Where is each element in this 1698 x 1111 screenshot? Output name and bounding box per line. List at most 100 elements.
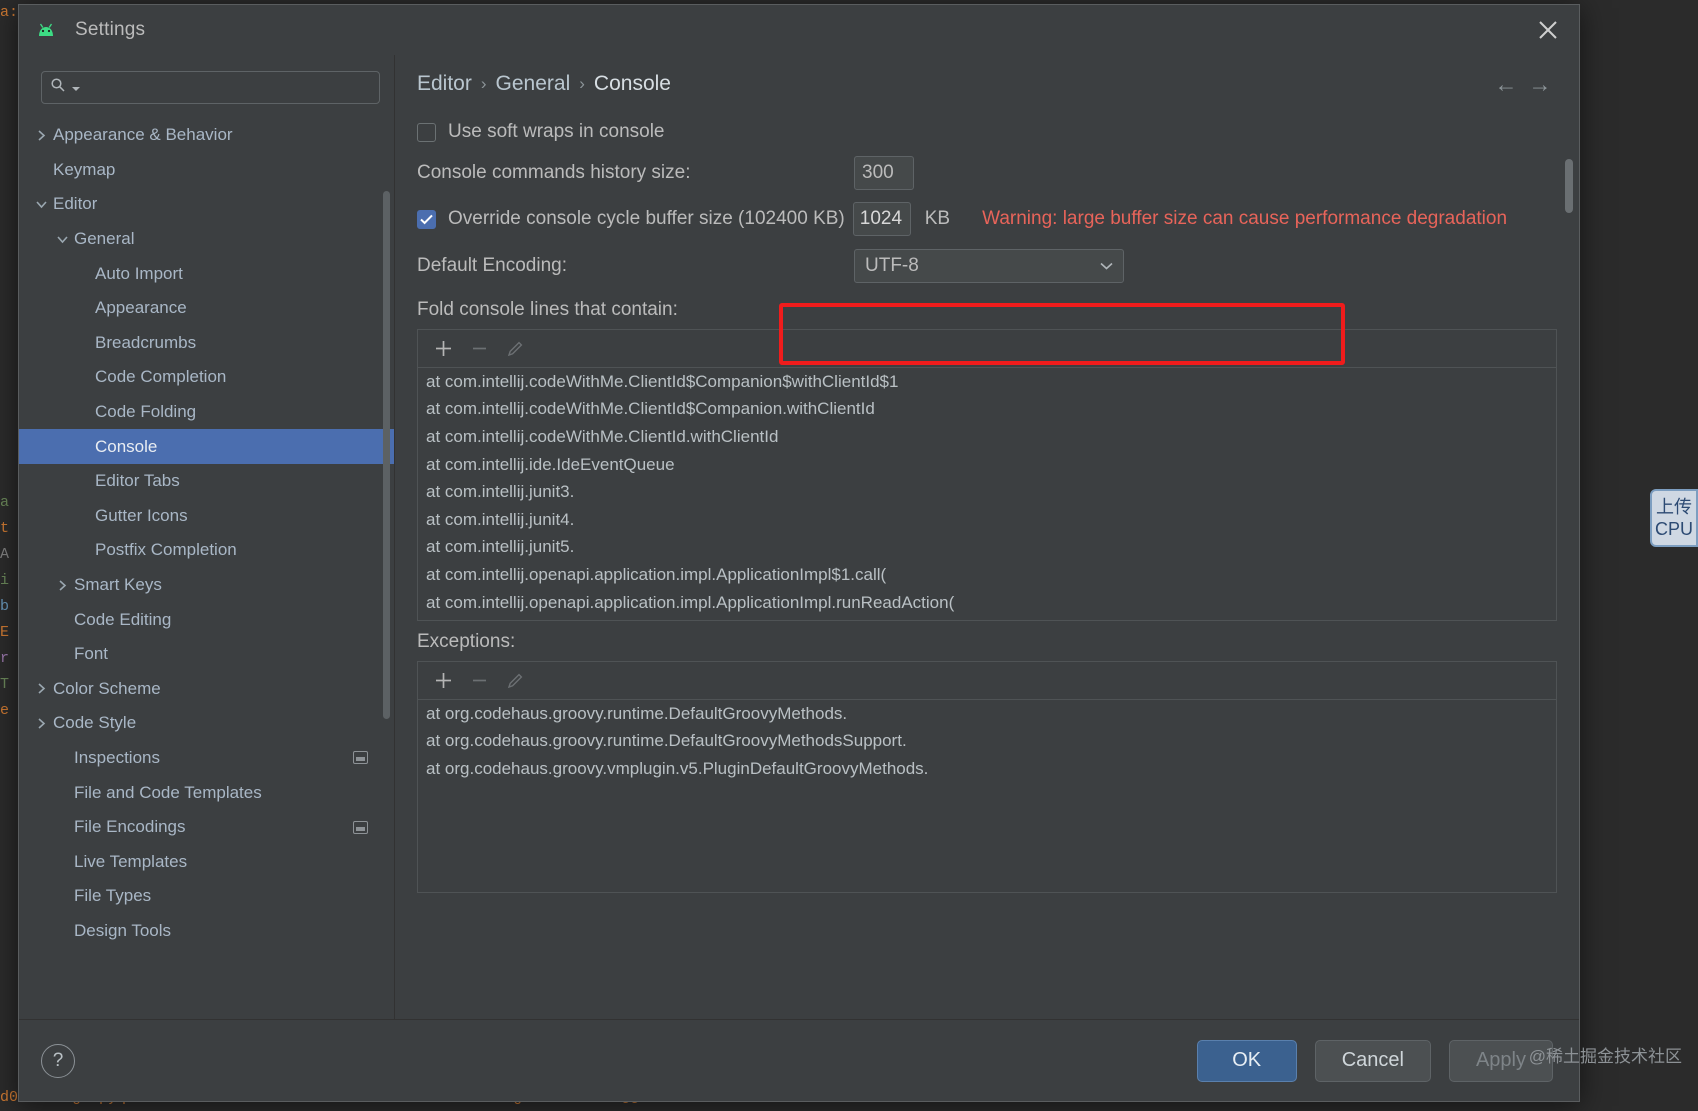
soft-wraps-row[interactable]: Use soft wraps in console bbox=[417, 113, 1557, 151]
plus-icon[interactable] bbox=[428, 335, 458, 363]
breadcrumb-item: Console bbox=[593, 72, 671, 95]
sidebar-item-live-templates[interactable]: Live Templates bbox=[19, 844, 394, 879]
settings-tree[interactable]: Appearance & Behavior Keymap Editor General… bbox=[19, 116, 394, 1019]
sidebar-item-auto-import[interactable]: Auto Import bbox=[19, 256, 394, 291]
sidebar-item-editor-tabs[interactable]: Editor Tabs bbox=[19, 464, 394, 499]
list-item[interactable]: at com.intellij.openapi.application.impl… bbox=[418, 561, 1556, 589]
list-item[interactable]: at com.intellij.codeWithMe.ClientId$Comp… bbox=[418, 396, 1556, 424]
chevron-down-icon[interactable] bbox=[54, 231, 70, 247]
sidebar-item-code-completion[interactable]: Code Completion bbox=[19, 360, 394, 395]
settings-sync-badge-icon bbox=[353, 751, 368, 765]
soft-wraps-checkbox[interactable] bbox=[417, 122, 436, 142]
sidebar-item-code-style[interactable]: Code Style bbox=[19, 706, 394, 741]
list-item[interactable]: at com.intellij.junit3. bbox=[418, 478, 1556, 506]
sidebar-item-label: Postfix Completion bbox=[95, 540, 237, 560]
sidebar-item-editor[interactable]: Editor bbox=[19, 187, 394, 222]
exceptions-list[interactable]: at org.codehaus.groovy.runtime.DefaultGr… bbox=[418, 700, 1556, 892]
sidebar-item-code-folding[interactable]: Code Folding bbox=[19, 395, 394, 430]
sidebar-item-label: Code Style bbox=[53, 713, 137, 733]
sidebar-item-appearance[interactable]: Appearance bbox=[19, 291, 394, 326]
settings-sync-badge-icon bbox=[353, 820, 368, 834]
list-item[interactable]: at com.intellij.junit4. bbox=[418, 506, 1556, 534]
minus-icon[interactable] bbox=[464, 667, 494, 695]
list-item[interactable]: at com.intellij.codeWithMe.ClientId$Comp… bbox=[418, 368, 1556, 396]
settings-sidebar: Appearance & Behavior Keymap Editor General… bbox=[19, 55, 395, 1019]
chevron-right-icon[interactable] bbox=[33, 715, 49, 731]
list-item[interactable]: at com.intellij.ide.IdeEventQueue bbox=[418, 451, 1556, 479]
sidebar-item-postfix-completion[interactable]: Postfix Completion bbox=[19, 533, 394, 568]
cancel-button[interactable]: Cancel bbox=[1314, 1039, 1431, 1082]
sidebar-item-code-editing[interactable]: Code Editing bbox=[19, 602, 394, 637]
sidebar-scrollbar-track[interactable] bbox=[383, 123, 392, 719]
override-buffer-row[interactable]: Override console cycle buffer size (1024… bbox=[417, 195, 1557, 243]
fold-toolbar bbox=[418, 330, 1556, 368]
fold-section-label: Fold console lines that contain: bbox=[417, 299, 678, 320]
sidebar-item-label: Auto Import bbox=[95, 263, 183, 283]
close-icon[interactable] bbox=[1531, 13, 1565, 47]
sidebar-item-file-encodings[interactable]: File Encodings bbox=[19, 810, 394, 845]
breadcrumb-separator: › bbox=[480, 74, 487, 93]
override-buffer-input[interactable]: 1024 bbox=[852, 202, 911, 236]
list-item[interactable]: at com.intellij.openapi.application.impl… bbox=[418, 589, 1556, 617]
fold-scrollbar-thumb[interactable] bbox=[1565, 159, 1573, 213]
search-box[interactable] bbox=[41, 71, 380, 104]
list-item[interactable]: at org.codehaus.groovy.runtime.DefaultGr… bbox=[418, 700, 1556, 728]
sidebar-item-general[interactable]: General bbox=[19, 222, 394, 257]
chevron-right-icon[interactable] bbox=[54, 577, 70, 593]
backdrop-left-gutter: a t A i b E r T e bbox=[0, 494, 10, 719]
list-item[interactable]: at org.codehaus.groovy.runtime.DefaultGr… bbox=[418, 728, 1556, 756]
default-encoding-select[interactable]: UTF-8 bbox=[854, 249, 1124, 283]
sidebar-item-inspections[interactable]: Inspections bbox=[19, 741, 394, 776]
sidebar-item-design-tools[interactable]: Design Tools bbox=[19, 914, 394, 949]
list-item[interactable]: at com.intellij.codeWithMe.ClientId.with… bbox=[418, 423, 1556, 451]
sidebar-item-gutter-icons[interactable]: Gutter Icons bbox=[19, 499, 394, 534]
chevron-right-icon[interactable] bbox=[33, 681, 49, 697]
sidebar-item-label: General bbox=[74, 229, 135, 249]
history-size-input[interactable]: 300 bbox=[854, 156, 914, 190]
ok-button[interactable]: OK bbox=[1196, 1039, 1297, 1082]
minus-icon[interactable] bbox=[464, 335, 494, 363]
help-button[interactable]: ? bbox=[41, 1043, 75, 1078]
search-dropdown-caret[interactable] bbox=[72, 79, 80, 97]
console-settings-pane: Use soft wraps in console Console comman… bbox=[395, 113, 1579, 1019]
sidebar-item-keymap[interactable]: Keymap bbox=[19, 153, 394, 188]
pencil-icon[interactable] bbox=[500, 667, 530, 695]
pencil-icon[interactable] bbox=[500, 335, 530, 363]
search-input[interactable] bbox=[86, 79, 371, 96]
cpu-float-line2: CPU bbox=[1654, 519, 1693, 539]
list-item[interactable]: at com.intellij.junit5. bbox=[418, 534, 1556, 562]
sidebar-item-file-types[interactable]: File Types bbox=[19, 879, 394, 914]
plus-icon[interactable] bbox=[428, 667, 458, 695]
sidebar-item-breadcrumbs[interactable]: Breadcrumbs bbox=[19, 326, 394, 361]
breadcrumb-item[interactable]: General bbox=[496, 72, 571, 96]
sidebar-item-label: Breadcrumbs bbox=[95, 332, 197, 352]
cpu-upload-float[interactable]: 上传 CPU bbox=[1650, 489, 1698, 547]
sidebar-item-smart-keys[interactable]: Smart Keys bbox=[19, 568, 394, 603]
fold-list[interactable]: at com.intellij.codeWithMe.ClientId$Comp… bbox=[418, 368, 1556, 620]
sidebar-scrollbar-thumb[interactable] bbox=[383, 191, 390, 719]
arrow-left-icon[interactable]: ← bbox=[1489, 67, 1523, 101]
arrow-right-icon[interactable]: → bbox=[1523, 67, 1557, 101]
sidebar-item-console[interactable]: Console bbox=[19, 429, 394, 464]
override-buffer-checkbox[interactable] bbox=[417, 209, 436, 229]
sidebar-item-appearance-behavior[interactable]: Appearance & Behavior bbox=[19, 118, 394, 153]
fold-scrollbar-track[interactable] bbox=[1565, 155, 1576, 403]
cpu-float-line1: 上传 bbox=[1656, 496, 1692, 517]
sidebar-item-label: Keymap bbox=[53, 159, 116, 179]
history-size-row: Console commands history size: 300 bbox=[417, 151, 1557, 195]
list-item[interactable]: at org.codehaus.groovy.vmplugin.v5.Plugi… bbox=[418, 755, 1556, 783]
sidebar-item-label: Console bbox=[95, 436, 158, 456]
breadcrumb-item[interactable]: Editor bbox=[417, 72, 472, 96]
sidebar-item-color-scheme[interactable]: Color Scheme bbox=[19, 672, 394, 707]
chevron-down-icon[interactable] bbox=[33, 196, 49, 212]
chevron-right-icon[interactable] bbox=[33, 127, 49, 143]
sidebar-item-file-and-code-templates[interactable]: File and Code Templates bbox=[19, 775, 394, 810]
sidebar-item-label: File and Code Templates bbox=[74, 782, 262, 802]
sidebar-item-font[interactable]: Font bbox=[19, 637, 394, 672]
